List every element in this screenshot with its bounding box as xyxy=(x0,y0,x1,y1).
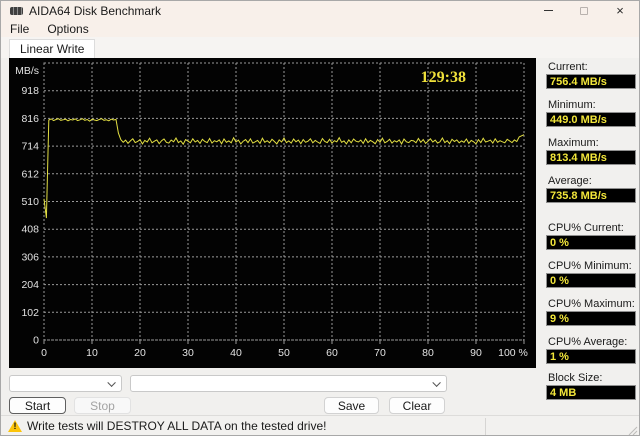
stat-minimum-label: Minimum: xyxy=(548,99,596,111)
y-tick-label: 0 xyxy=(33,335,39,347)
stat-average-label: Average: xyxy=(548,175,592,187)
save-button[interactable]: Save xyxy=(324,397,379,414)
chevron-down-icon xyxy=(432,378,441,387)
benchmark-chart: 918 816 714 612 510 408 306 204 102 0 MB/s 0 10 20 30 4… xyxy=(9,58,536,368)
stat-cpu-average-label: CPU% Average: xyxy=(548,336,628,348)
stat-cpu-current-value: 0 % xyxy=(546,235,636,250)
close-button[interactable]: × xyxy=(605,1,635,20)
stat-cpu-maximum-value: 9 % xyxy=(546,311,636,326)
stat-current-value: 756.4 MB/s xyxy=(546,74,636,89)
menu-options[interactable]: Options xyxy=(38,21,97,37)
y-tick-label: 204 xyxy=(21,279,39,291)
maximize-button[interactable] xyxy=(569,1,599,20)
start-button[interactable]: Start xyxy=(9,397,66,414)
clear-button[interactable]: Clear xyxy=(389,397,445,414)
stat-current-label: Current: xyxy=(548,61,588,73)
y-axis-unit: MB/s xyxy=(15,65,39,77)
stat-block-size-value: 4 MB xyxy=(546,385,636,400)
tab-linear-write[interactable]: Linear Write xyxy=(9,39,96,58)
y-tick-label: 408 xyxy=(21,224,39,236)
x-tick-label: 40 xyxy=(230,347,242,359)
resize-grip-icon[interactable] xyxy=(628,426,638,436)
menu-bar: File Options xyxy=(1,20,639,37)
minimize-button[interactable] xyxy=(533,1,563,20)
elapsed-time: 129:38 xyxy=(420,69,466,86)
status-message: Write tests will DESTROY ALL DATA on the… xyxy=(27,419,327,433)
stat-cpu-minimum-label: CPU% Minimum: xyxy=(548,260,632,272)
y-tick-label: 714 xyxy=(21,141,39,153)
minimize-icon xyxy=(543,10,553,11)
title-bar: AIDA64 Disk Benchmark × xyxy=(1,1,639,20)
x-tick-label: 60 xyxy=(326,347,338,359)
chevron-down-icon xyxy=(107,378,116,387)
y-tick-label: 306 xyxy=(21,251,39,263)
y-tick-label: 510 xyxy=(21,196,39,208)
stat-cpu-average-value: 1 % xyxy=(546,349,636,364)
x-tick-label: 20 xyxy=(134,347,146,359)
status-bar: ! Write tests will DESTROY ALL DATA on t… xyxy=(1,415,639,436)
stat-minimum-value: 449.0 MB/s xyxy=(546,112,636,127)
stat-cpu-maximum-label: CPU% Maximum: xyxy=(548,298,635,310)
maximize-icon xyxy=(580,6,588,15)
status-divider xyxy=(485,418,486,435)
close-icon: × xyxy=(616,3,624,18)
x-tick-label: 90 xyxy=(470,347,482,359)
menu-file[interactable]: File xyxy=(1,21,38,37)
app-icon xyxy=(10,7,23,15)
stop-button: Stop xyxy=(74,397,131,414)
stat-block-size-label: Block Size: xyxy=(548,372,603,384)
stat-average-value: 735.8 MB/s xyxy=(546,188,636,203)
x-tick-label: 50 xyxy=(278,347,290,359)
stat-maximum-label: Maximum: xyxy=(548,137,599,149)
stat-maximum-value: 813.4 MB/s xyxy=(546,150,636,165)
test-type-value: Linear Write xyxy=(30,391,94,392)
app-window: AIDA64 Disk Benchmark × File Options Lin… xyxy=(0,0,640,436)
x-tick-label: 0 xyxy=(41,347,47,359)
x-tick-label: 100 % xyxy=(498,347,528,359)
x-tick-label: 30 xyxy=(182,347,194,359)
y-tick-label: 918 xyxy=(21,85,39,97)
x-tick-label: 70 xyxy=(374,347,386,359)
x-tick-label: 10 xyxy=(86,347,98,359)
x-tick-label: 80 xyxy=(422,347,434,359)
y-tick-label: 816 xyxy=(21,113,39,125)
test-type-select[interactable]: Linear Write xyxy=(9,375,122,392)
stat-cpu-minimum-value: 0 % xyxy=(546,273,636,288)
y-tick-label: 102 xyxy=(21,307,39,319)
drive-select-value: Disk Drive #1 [Samsung PSSD T7] (931.5 G… xyxy=(151,391,405,392)
tab-strip: Linear Write xyxy=(1,37,639,58)
stat-cpu-current-label: CPU% Current: xyxy=(548,222,624,234)
window-title: AIDA64 Disk Benchmark xyxy=(29,4,162,18)
drive-select[interactable]: Disk Drive #1 [Samsung PSSD T7] (931.5 G… xyxy=(130,375,447,392)
warning-exclamation: ! xyxy=(13,421,17,431)
chart-canvas: 9188167146125104083062041020MB/s0 10 20 30 4… xyxy=(15,62,528,359)
y-tick-label: 612 xyxy=(21,168,39,180)
